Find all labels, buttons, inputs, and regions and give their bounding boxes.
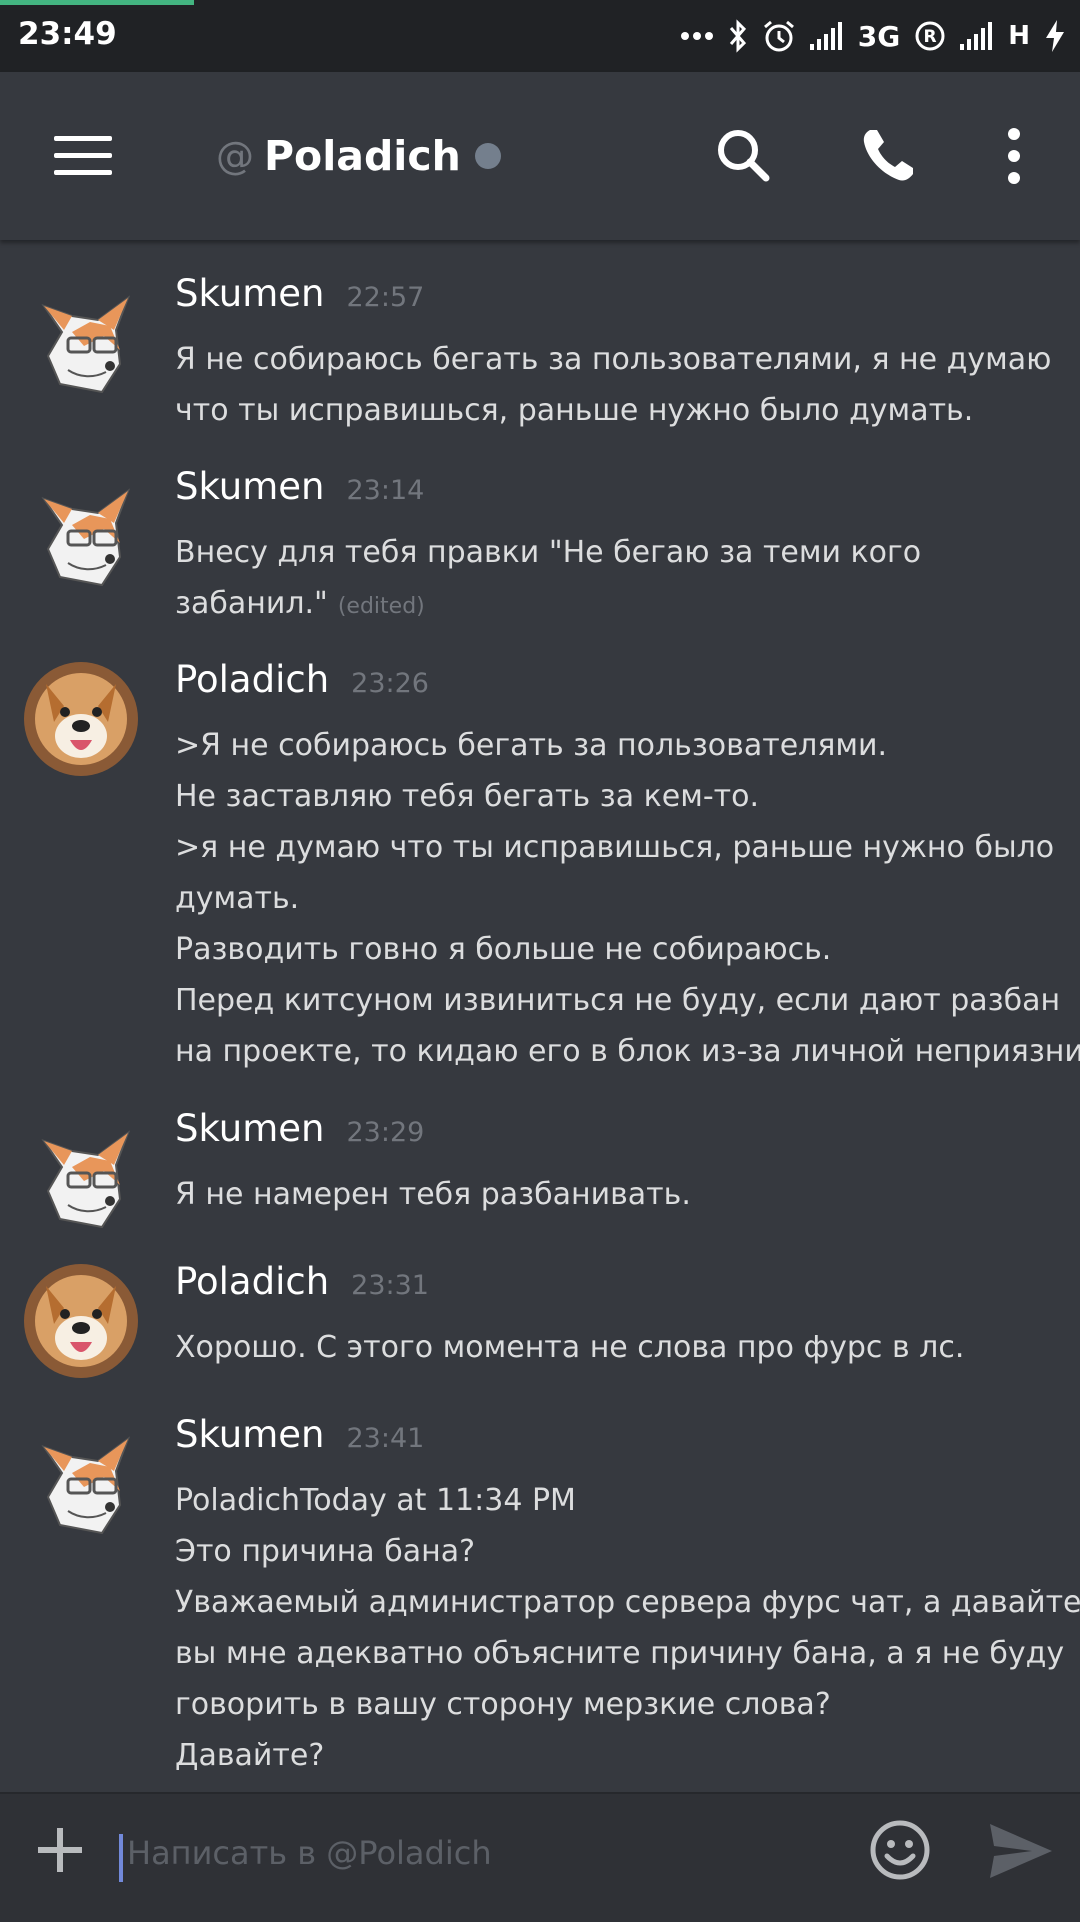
edited-label: (edited) <box>337 594 425 619</box>
message-content: Внесу для тебя правки "Не бегаю за теми … <box>175 527 1055 632</box>
channel-title: @ Poladich <box>216 130 501 182</box>
message-line: Я не собираюсь бегать за пользователями,… <box>175 342 1052 377</box>
charging-icon <box>1044 19 1066 53</box>
message-header: Poladich 23:26 <box>175 658 429 701</box>
signal-icon-2 <box>960 22 994 50</box>
message-line: >я не думаю что ты исправишься, раньше н… <box>175 830 1055 865</box>
message-line: >Я не собираюсь бегать за пользователями… <box>175 728 888 763</box>
message-line: вы мне адекватно объясните причину бана,… <box>175 1636 1065 1671</box>
network-type-label-2: H <box>1008 21 1030 51</box>
fox-avatar[interactable] <box>24 479 138 593</box>
message-line: на проекте, то кидаю его в блок из-за ли… <box>175 1034 1080 1069</box>
at-symbol: @ <box>216 134 254 178</box>
message-content: Я не собираюсь бегать за пользователями,… <box>175 334 1055 436</box>
send-icon[interactable] <box>988 1822 1054 1880</box>
fox-avatar[interactable] <box>24 1121 138 1235</box>
message-composer <box>0 1792 1080 1922</box>
message-timestamp: 23:29 <box>346 1117 425 1148</box>
message-line: Давайте? <box>175 1738 325 1773</box>
emoji-icon[interactable] <box>868 1818 932 1882</box>
channel-header: @ Poladich <box>0 72 1080 240</box>
message-list[interactable]: Skumen 22:57 Я не собираюсь бегать за по… <box>0 240 1080 1792</box>
message-header: Skumen 23:14 <box>175 465 424 508</box>
phone-icon[interactable] <box>858 124 918 188</box>
hamburger-icon[interactable] <box>54 136 112 176</box>
message-line: Перед китсуном извиниться не буду, если … <box>175 983 1061 1018</box>
message-line: Хорошо. С этого момента не слова про фур… <box>175 1330 965 1365</box>
message-timestamp: 23:41 <box>346 1423 425 1454</box>
more-vertical-icon[interactable] <box>984 124 1044 188</box>
message-author[interactable]: Poladich <box>175 1260 329 1303</box>
message-content: PoladichToday at 11:34 PM Это причина ба… <box>175 1475 1080 1781</box>
message-line: Уважаемый администратор сервера фурс чат… <box>175 1585 1080 1620</box>
text-cursor <box>119 1834 123 1882</box>
message-content: >Я не собираюсь бегать за пользователями… <box>175 720 1080 1077</box>
search-icon[interactable] <box>714 124 774 188</box>
signal-icon <box>809 22 844 50</box>
message-header: Skumen 22:57 <box>175 272 424 315</box>
status-bar: 23:49 3G R H <box>0 0 1080 72</box>
user-status-indicator <box>474 143 501 169</box>
message-line: Не заставляю тебя бегать за кем-то. <box>175 779 760 814</box>
message-timestamp: 23:26 <box>351 668 429 699</box>
message-timestamp: 23:31 <box>351 1270 429 1301</box>
channel-name: Poladich <box>264 132 461 180</box>
message-line-text: забанил." <box>175 586 328 621</box>
message-line: Внесу для тебя правки "Не бегаю за теми … <box>175 535 922 570</box>
download-progress-bar <box>0 0 195 5</box>
bluetooth-icon <box>728 19 748 53</box>
message-line: что ты исправишься, раньше нужно было ду… <box>175 393 974 428</box>
message-content: Я не намерен тебя разбанивать. <box>175 1169 1055 1220</box>
fox-avatar[interactable] <box>24 1427 138 1541</box>
message-author[interactable]: Skumen <box>175 465 324 508</box>
status-icons: 3G R H <box>680 16 1066 56</box>
fox-avatar[interactable] <box>24 286 138 400</box>
network-type-label: 3G <box>857 19 901 53</box>
dog-avatar[interactable] <box>24 662 138 776</box>
roaming-icon: R <box>914 20 946 52</box>
message-line: говорить в вашу сторону мерзкие слова? <box>175 1687 831 1722</box>
message-content: Хорошо. С этого момента не слова про фур… <box>175 1322 1055 1373</box>
message-author[interactable]: Skumen <box>175 1413 324 1456</box>
message-line: Я не намерен тебя разбанивать. <box>175 1177 691 1212</box>
message-line: PoladichToday at 11:34 PM <box>175 1483 576 1518</box>
message-input[interactable] <box>125 1822 849 1884</box>
message-line: думать. <box>175 881 300 916</box>
alarm-icon <box>762 19 796 53</box>
message-line: Разводить говно я больше не собираюсь. <box>175 932 832 967</box>
message-line: забанил." (edited) <box>175 578 1055 632</box>
message-author[interactable]: Skumen <box>175 272 324 315</box>
status-time: 23:49 <box>18 16 117 52</box>
plus-icon[interactable] <box>38 1828 82 1872</box>
message-header: Skumen 23:29 <box>175 1107 424 1150</box>
more-notifications-icon <box>680 31 714 41</box>
roaming-letter: R <box>924 27 937 47</box>
message-timestamp: 22:57 <box>346 282 425 313</box>
message-timestamp: 23:14 <box>346 475 425 506</box>
message-line: Это причина бана? <box>175 1534 476 1569</box>
message-header: Skumen 23:41 <box>175 1413 424 1456</box>
message-header: Poladich 23:31 <box>175 1260 429 1303</box>
message-author[interactable]: Skumen <box>175 1107 324 1150</box>
message-author[interactable]: Poladich <box>175 658 329 701</box>
dog-avatar[interactable] <box>24 1264 138 1378</box>
